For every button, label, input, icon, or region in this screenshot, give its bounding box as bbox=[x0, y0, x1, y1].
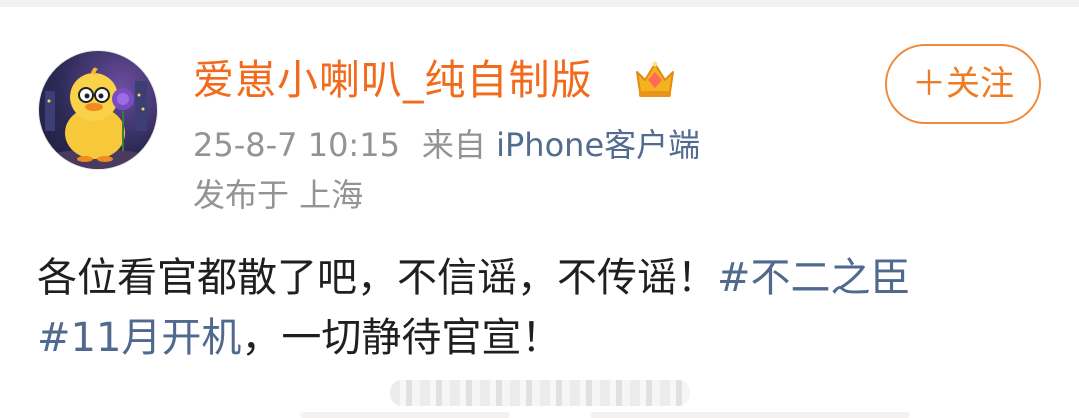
hashtag-link[interactable]: #11月开机 bbox=[37, 315, 241, 361]
top-separator bbox=[0, 0, 1079, 7]
post-location: 发布于 上海 bbox=[193, 176, 364, 214]
source-prefix: 来自 bbox=[421, 126, 486, 164]
post-content-line-2: #11月开机，一切静待官宣！ bbox=[37, 308, 1047, 368]
duck-avatar-icon bbox=[39, 67, 157, 169]
username[interactable]: 爱崽小喇叭_纯自制版 bbox=[193, 54, 593, 106]
media-thumbnail[interactable] bbox=[300, 412, 510, 418]
image-preview-strip[interactable] bbox=[390, 380, 690, 406]
post-text-segment: 各位看官都散了吧，不信谣，不传谣！ bbox=[37, 255, 717, 301]
source-app-link[interactable]: iPhone客户端 bbox=[496, 126, 700, 164]
post-content-line-1: 各位看官都散了吧，不信谣，不传谣！#不二之臣 bbox=[37, 248, 1047, 308]
follow-button[interactable]: ＋关注 bbox=[885, 44, 1041, 124]
media-thumbnail[interactable] bbox=[590, 412, 910, 418]
crown-icon bbox=[636, 61, 674, 97]
hashtag-link[interactable]: #不二之臣 bbox=[717, 255, 911, 301]
post-content: 各位看官都散了吧，不信谣，不传谣！#不二之臣 #11月开机，一切静待官宣！ bbox=[37, 248, 1047, 368]
avatar[interactable] bbox=[38, 50, 158, 170]
post-meta: 25-8-7 10:15 来自 iPhone客户端 bbox=[193, 125, 700, 165]
post-timestamp: 25-8-7 10:15 bbox=[193, 126, 400, 164]
post-text-segment: ，一切静待官宣！ bbox=[241, 315, 562, 361]
